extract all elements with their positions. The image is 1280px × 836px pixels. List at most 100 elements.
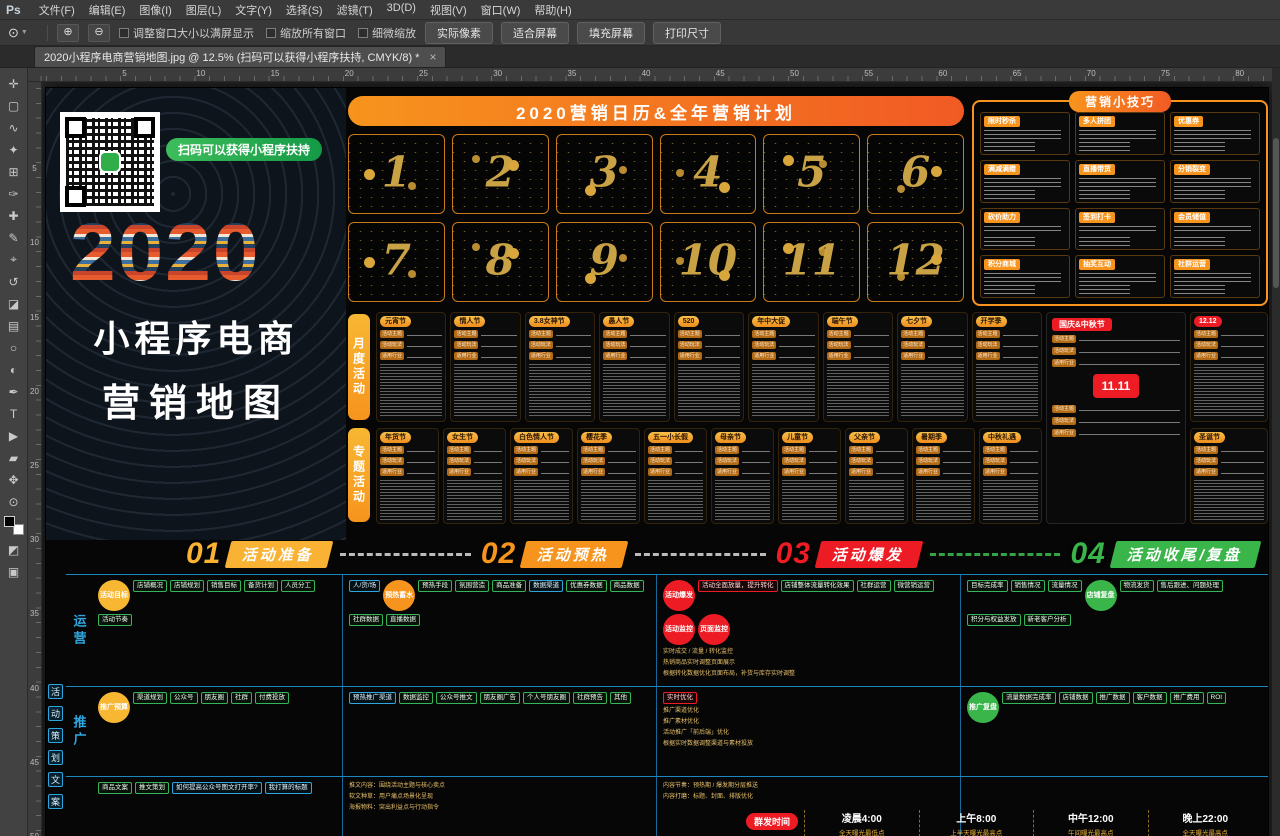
card-field-row: 适用行业 [976, 352, 1038, 360]
menu-item[interactable]: 文字(Y) [228, 0, 279, 20]
history-brush-tool[interactable]: ↺ [2, 271, 26, 292]
field-line [876, 459, 904, 463]
lane-column: 预热推广渠道数据监控公众号推文朋友圈广告个人号朋友圈社群预告其他 [342, 687, 656, 776]
quick-select-tool[interactable]: ✦ [2, 139, 26, 160]
activity-card-tag: 儿童节 [782, 432, 813, 443]
checkbox-box[interactable] [358, 28, 368, 38]
month-card: 4 [660, 134, 757, 214]
card-field-row: 适用行业 [1052, 429, 1180, 437]
clone-stamp-tool[interactable]: ⌖ [2, 249, 26, 270]
month-highlight-dot [719, 182, 730, 193]
healing-brush-tool[interactable]: ✚ [2, 205, 26, 226]
eraser-tool[interactable]: ◪ [2, 293, 26, 314]
crop-tool[interactable]: ⊞ [2, 161, 26, 182]
node-box: 流量数据完成率 [1002, 692, 1056, 704]
menu-item[interactable]: 文件(F) [32, 0, 82, 20]
options-button[interactable]: 适合屏幕 [501, 22, 569, 44]
menu-item[interactable]: 视图(V) [423, 0, 474, 20]
path-select-tool[interactable]: ▶ [2, 425, 26, 446]
card-field-row: 活动玩法 [849, 457, 904, 465]
foreground-color-swatch[interactable] [4, 516, 15, 527]
scrollbar-thumb[interactable] [1273, 138, 1279, 288]
menu-item[interactable]: 窗口(W) [474, 0, 528, 20]
field-line [1079, 349, 1180, 353]
options-button[interactable]: 打印尺寸 [653, 22, 721, 44]
node-box: 社群运营 [857, 580, 891, 592]
zoom-in-button[interactable]: ⊕ [57, 24, 79, 42]
move-tool[interactable]: ✛ [2, 73, 26, 94]
zoom-tool[interactable]: ⊙ [2, 491, 26, 512]
document-canvas[interactable]: 扫码可以获得小程序扶持 2020 小程序电商 营销地图 2020营销日历&全年营… [42, 82, 1280, 836]
card-text-lines [1194, 364, 1264, 418]
hand-tool[interactable]: ✥ [2, 469, 26, 490]
tip-tag: 满减满赠 [984, 164, 1020, 175]
ruler-number: 50 [28, 832, 41, 836]
type-tool[interactable]: T [2, 403, 26, 424]
month-highlight-dot [408, 182, 416, 190]
marquee-tool[interactable]: ▢ [2, 95, 26, 116]
field-line [407, 448, 435, 452]
card-text-lines [514, 480, 569, 520]
zoom-out-button[interactable]: ⊖ [88, 24, 110, 42]
field-chip: 活动主题 [1052, 335, 1076, 343]
ruler-number: 60 [938, 69, 947, 78]
color-swatches[interactable] [4, 516, 24, 535]
poster-title: 小程序电商 营销地图 [46, 310, 346, 427]
activity-card: 端午节活动主题活动玩法适用行业 [823, 312, 893, 422]
node-box: 人员分工 [281, 580, 315, 592]
field-line [608, 448, 636, 452]
horizontal-ruler[interactable]: 5101520253035404550556065707580 [28, 68, 1280, 82]
card-field-row: 活动主题 [752, 330, 814, 338]
node-note: 内容节奏：预热期 / 爆发期分层推送 [663, 782, 954, 790]
options-button[interactable]: 实际像素 [425, 22, 493, 44]
tab-close-icon[interactable]: × [429, 50, 436, 64]
node-box: 朋友圈 [201, 692, 229, 704]
brush-tool[interactable]: ✎ [2, 227, 26, 248]
document-tab[interactable]: 2020小程序电商营销地图.jpg @ 12.5% (扫码可以获得小程序扶持, … [34, 46, 446, 67]
option-checkbox[interactable]: 缩放所有窗口 [266, 25, 346, 41]
eyedropper-tool[interactable]: ✑ [2, 183, 26, 204]
vertical-scrollbar[interactable] [1272, 68, 1280, 836]
node-box-blue: 如何提高公众号图文打开率? [172, 782, 262, 794]
checkbox-box[interactable] [119, 28, 129, 38]
field-chip: 适用行业 [901, 352, 925, 360]
menu-item[interactable]: 3D(D) [380, 0, 423, 20]
screen-mode-button[interactable]: ▣ [2, 561, 26, 582]
field-line [809, 459, 837, 463]
card-text-lines [529, 364, 591, 418]
card-field-row: 活动玩法 [581, 457, 636, 465]
card-field-row: 活动玩法 [715, 457, 770, 465]
menu-item[interactable]: 帮助(H) [527, 0, 578, 20]
field-line [675, 448, 703, 452]
pen-tool[interactable]: ✒ [2, 381, 26, 402]
node-box: 销售情况 [1011, 580, 1045, 592]
card-text-lines [901, 364, 963, 418]
month-card: 9 [556, 222, 653, 302]
lasso-tool[interactable]: ∿ [2, 117, 26, 138]
menu-item[interactable]: 选择(S) [279, 0, 330, 20]
checkbox-box[interactable] [266, 28, 276, 38]
option-checkbox[interactable]: 细微缩放 [358, 25, 416, 41]
blur-tool[interactable]: ○ [2, 337, 26, 358]
card-field-row: 活动主题 [678, 330, 740, 338]
quick-mask-button[interactable]: ◩ [2, 539, 26, 560]
activity-card-tag: 年货节 [380, 432, 411, 443]
dodge-tool[interactable]: ◐ [2, 359, 26, 380]
activity-card: 父亲节活动主题活动玩法适用行业 [845, 428, 908, 524]
option-checkbox[interactable]: 调整窗口大小以满屏显示 [119, 25, 254, 41]
field-line [943, 470, 971, 474]
vertical-ruler[interactable]: 5101520253035404550 [28, 82, 42, 836]
menu-item[interactable]: 图像(I) [132, 0, 178, 20]
menu-item[interactable]: 滤镜(T) [330, 0, 380, 20]
tip-text-lines [1174, 285, 1225, 294]
menu-item[interactable]: 编辑(E) [82, 0, 133, 20]
field-line [943, 448, 971, 452]
menu-item[interactable]: 图层(L) [179, 0, 228, 20]
field-line [1003, 332, 1038, 336]
field-chip: 活动主题 [916, 446, 940, 454]
tips-card: 签到打卡 [1075, 208, 1165, 251]
zoom-tool-preview[interactable]: ⊙▼ [8, 25, 38, 41]
shape-tool[interactable]: ▰ [2, 447, 26, 468]
options-button[interactable]: 填充屏幕 [577, 22, 645, 44]
gradient-tool[interactable]: ▤ [2, 315, 26, 336]
